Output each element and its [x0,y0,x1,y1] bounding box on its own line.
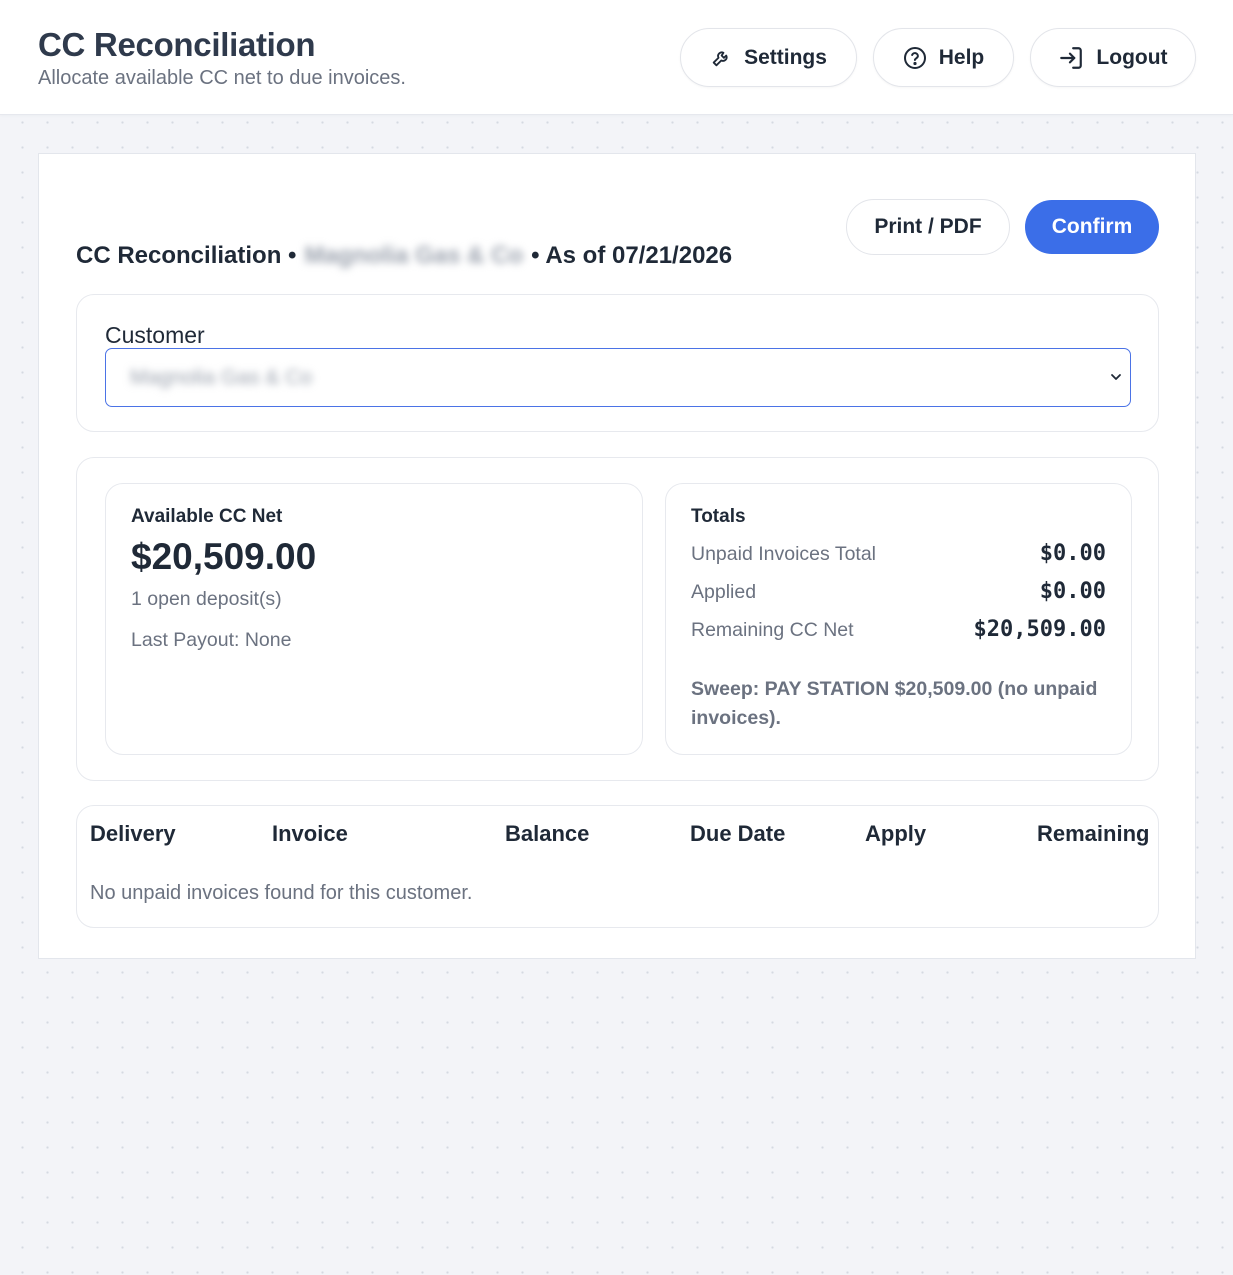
last-payout-text: Last Payout: None [131,629,292,651]
column-header-balance: Balance [505,821,590,846]
customer-select[interactable]: Magnolia Gas & Co [105,348,1131,407]
totals-row-value: $0.00 [1039,579,1106,604]
customer-label: Customer [105,322,205,348]
column-header-apply: Apply [865,821,927,846]
help-label: Help [938,45,985,69]
customer-section: Customer Magnolia Gas & Co [76,294,1159,432]
available-cc-panel: Available CC Net $20,509.00 1 open depos… [105,483,643,755]
chevron-down-icon [1108,369,1124,390]
available-cc-amount: $20,509.00 [131,536,317,577]
totals-row: Remaining CC Net $20,509.00 [691,617,1106,645]
column-header-due-date: Due Date [690,821,786,846]
totals-label: Totals [691,506,746,527]
help-circle-icon [903,46,927,70]
settings-button[interactable]: Settings [680,28,857,87]
totals-panel: Totals Unpaid Invoices Total $0.00 Appli… [665,483,1132,755]
column-header-delivery: Delivery [90,821,176,846]
wrench-icon [710,47,732,69]
open-deposits-text: 1 open deposit(s) [131,588,282,610]
available-cc-label: Available CC Net [131,506,283,527]
help-button[interactable]: Help [873,28,1014,87]
reconciliation-card: Print / PDF Confirm CC Reconciliation • … [38,153,1196,959]
print-pdf-button[interactable]: Print / PDF [846,199,1010,255]
heading-suffix: • As of 07/21/2026 [531,242,733,269]
totals-row-label: Unpaid Invoices Total [691,543,877,565]
column-header-invoice: Invoice [272,821,348,846]
confirm-button[interactable]: Confirm [1025,200,1159,254]
column-header-remaining: Remaining [1037,821,1150,846]
customer-selected-value: Magnolia Gas & Co [130,365,313,389]
invoices-table: Delivery Invoice Balance Due Date Apply … [76,805,1159,928]
top-header: CC Reconciliation Allocate available CC … [0,0,1233,115]
totals-row-label: Remaining CC Net [691,619,854,641]
logout-icon [1058,45,1084,71]
heading-customer-name: Magnolia Gas & Co [304,242,524,269]
sweep-note: Sweep: PAY STATION $20,509.00 (no unpaid… [691,678,1098,729]
empty-state-message: No unpaid invoices found for this custom… [90,882,473,904]
totals-row-value: $0.00 [1039,541,1106,566]
page-title: CC Reconciliation • Magnolia Gas & Co • … [76,241,732,271]
totals-row-label: Applied [691,581,757,603]
summary-section: Available CC Net $20,509.00 1 open depos… [76,457,1159,781]
totals-row: Unpaid Invoices Total $0.00 [691,541,1106,569]
app-title: CC Reconciliation [38,26,316,63]
heading-prefix: CC Reconciliation • [76,242,297,269]
app-subtitle: Allocate available CC net to due invoice… [38,67,406,89]
logout-label: Logout [1096,45,1168,69]
settings-label: Settings [744,45,827,69]
totals-row-value: $20,509.00 [973,617,1106,642]
logout-button[interactable]: Logout [1030,28,1196,87]
totals-row: Applied $0.00 [691,579,1106,607]
